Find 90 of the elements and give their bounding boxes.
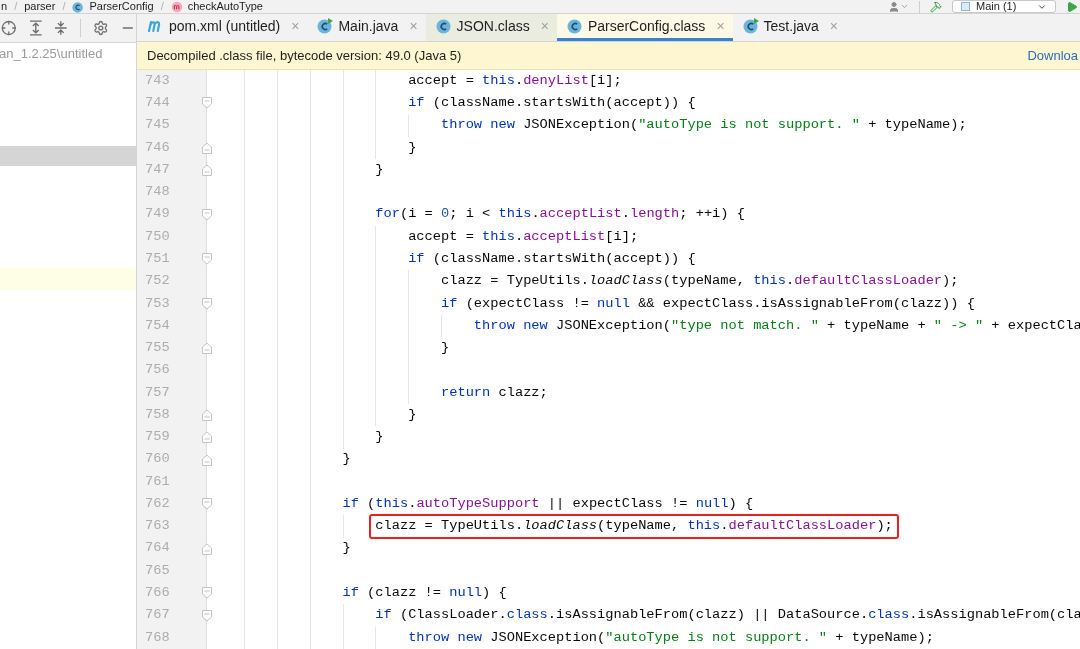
line-number: 747 — [145, 160, 170, 179]
code-line: if (clazz != null) { — [342, 583, 507, 602]
project-path: an_1.2.25\untitled — [0, 45, 103, 64]
fold-end-icon[interactable] — [202, 453, 212, 466]
line-number: 766 — [145, 583, 170, 602]
line-number: 753 — [145, 294, 170, 313]
line-number: 768 — [145, 628, 170, 647]
fold-marker-icon[interactable] — [202, 253, 212, 266]
breadcrumb-separator: / — [14, 0, 18, 13]
breadcrumb-separator: / — [160, 0, 164, 13]
breadcrumb-item[interactable]: checkAutoType — [187, 0, 263, 13]
line-number: 760 — [145, 450, 170, 469]
method-icon — [170, 0, 183, 13]
class-file-icon — [566, 18, 583, 34]
editor-tab[interactable]: JSON.class × — [425, 14, 557, 41]
fold-marker-icon[interactable] — [202, 97, 212, 110]
line-number: 763 — [145, 517, 170, 536]
code-line: } — [342, 450, 351, 469]
breadcrumb-item[interactable]: parser — [24, 0, 56, 13]
java-file-icon — [742, 18, 759, 34]
expand-all-icon[interactable] — [28, 20, 43, 36]
line-number: 748 — [145, 183, 170, 202]
fold-marker-icon[interactable] — [202, 587, 212, 600]
selected-row[interactable] — [0, 146, 136, 166]
config-icon — [961, 2, 970, 11]
user-icon[interactable] — [888, 0, 909, 13]
editor-tab[interactable]: ParserConfig.class × — [556, 14, 733, 41]
locate-icon[interactable] — [1, 20, 17, 36]
code-line: clazz = TypeUtils.loadClass(typeName, this.defaultClassLoader); — [441, 272, 959, 291]
line-number: 750 — [145, 227, 170, 246]
fold-end-icon[interactable] — [202, 141, 212, 154]
line-number: 752 — [145, 272, 170, 291]
code-line: for(i = 0; i < this.acceptList.length; ++i) { — [375, 205, 745, 224]
line-number: 759 — [145, 428, 170, 447]
line-number: 756 — [145, 361, 170, 380]
download-link[interactable]: Downloa — [1027, 45, 1080, 66]
class-file-icon — [435, 18, 452, 34]
line-number: 744 — [145, 94, 170, 113]
fold-marker-icon[interactable] — [202, 609, 212, 622]
run-icon[interactable] — [1066, 0, 1078, 13]
code-line: throw new JSONException("autoType is not support. " + typeName); — [408, 628, 934, 647]
fold-end-icon[interactable] — [202, 542, 212, 555]
editor-tab[interactable]: pom.xml (untitled) × — [137, 14, 308, 41]
fold-end-icon[interactable] — [202, 342, 212, 355]
breadcrumb-item[interactable]: n — [1, 0, 8, 13]
code-line: accept = this.denyList[i]; — [408, 71, 622, 90]
line-number: 764 — [145, 539, 170, 558]
code-line: if (expectClass != null && expectClass.isAssignableFrom(clazz)) { — [441, 294, 975, 313]
breadcrumb-item[interactable]: ParserConfig — [89, 0, 154, 13]
fold-end-icon[interactable] — [202, 164, 212, 177]
breadcrumb-separator: / — [62, 0, 66, 13]
banner-message: Decompiled .class file, bytecode version: 49.0 (Java 5) — [147, 46, 462, 65]
line-number: 743 — [145, 71, 170, 90]
collapse-all-icon[interactable] — [54, 20, 68, 36]
fold-end-icon[interactable] — [202, 431, 212, 444]
class-file-icon — [72, 0, 85, 13]
line-number: 757 — [145, 383, 170, 402]
code-line: return clazz; — [441, 383, 548, 402]
line-number: 758 — [145, 405, 170, 424]
line-number: 765 — [145, 561, 170, 580]
run-config-dropdown[interactable]: Main (1) — [952, 0, 1056, 13]
code-line: if (className.startsWith(accept)) { — [408, 250, 696, 268]
line-number: 761 — [145, 472, 170, 491]
code-line: } — [375, 428, 384, 447]
line-number: 751 — [145, 250, 170, 268]
java-file-icon — [317, 18, 334, 34]
fold-end-icon[interactable] — [202, 409, 212, 422]
code-line: if (this.autoTypeSupport || expectClass != null) { — [342, 494, 754, 513]
line-number: 762 — [145, 494, 170, 513]
line-number: 749 — [145, 205, 170, 224]
code-line: } — [375, 160, 384, 179]
code-line: if (className.startsWith(accept)) { — [408, 94, 696, 113]
fold-marker-icon[interactable] — [202, 208, 212, 221]
code-line: } — [408, 138, 417, 157]
line-number: 755 — [145, 339, 170, 358]
settings-icon[interactable] — [92, 20, 109, 36]
fold-marker-icon[interactable] — [202, 297, 212, 310]
line-number: 745 — [145, 116, 170, 135]
code-line: } — [342, 539, 351, 558]
line-number: 767 — [145, 606, 170, 625]
code-line: } — [408, 405, 417, 424]
fold-marker-icon[interactable] — [202, 498, 212, 511]
hammer-icon[interactable] — [930, 0, 942, 13]
code-line: } — [441, 339, 450, 358]
editor-tab[interactable]: Main.java × — [307, 14, 426, 41]
editor-tab[interactable]: Test.java × — [732, 14, 846, 41]
line-number: 754 — [145, 316, 170, 335]
code-line: accept = this.acceptList[i]; — [408, 227, 639, 246]
line-number: 746 — [145, 138, 170, 157]
code-line: throw new JSONException("autoType is not support. " + typeName); — [441, 116, 967, 135]
